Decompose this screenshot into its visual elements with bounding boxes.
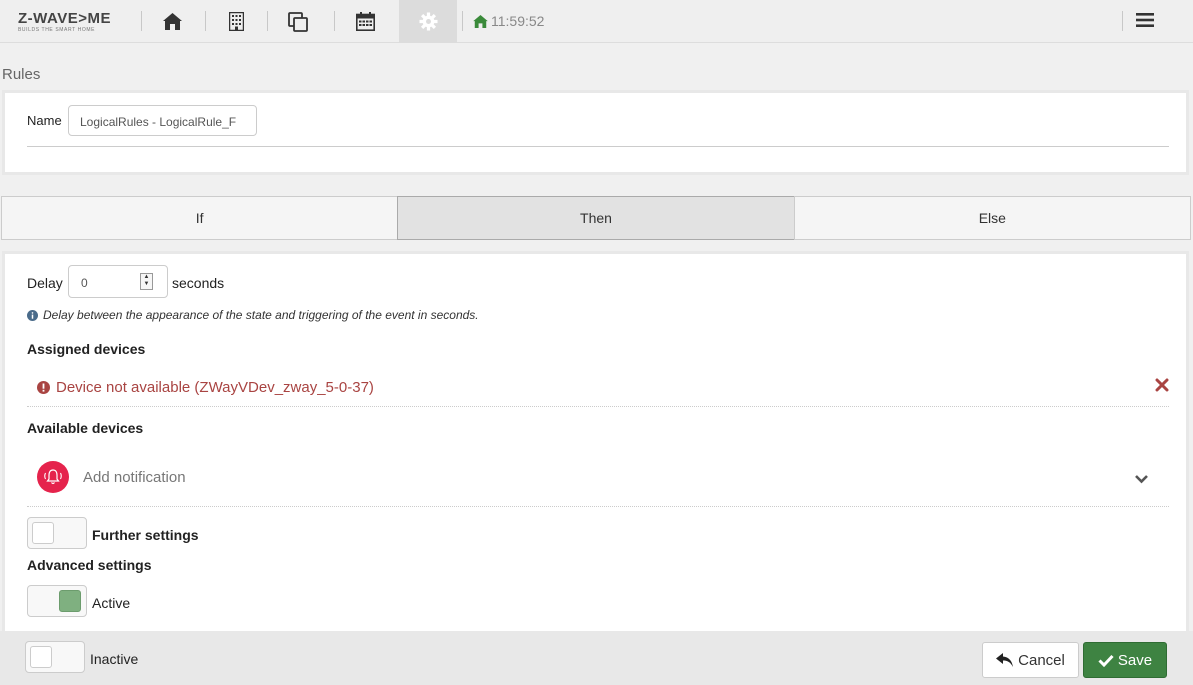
rooms-button[interactable] (206, 0, 266, 43)
save-label: Save (1117, 651, 1153, 669)
tab-else[interactable]: Else (793, 196, 1191, 240)
delay-hint-text: Delay between the appearance of the stat… (43, 308, 479, 322)
tab-then[interactable]: Then (397, 196, 795, 240)
toggle-knob (32, 522, 54, 544)
add-notification-label: Add notification (83, 469, 186, 486)
home-icon (162, 13, 182, 30)
active-label: Active (92, 595, 131, 611)
device-error-text: Device not available (ZWayVDev_zway_5-0-… (56, 379, 374, 396)
then-panel: Delay 0 ▲ ▼ seconds Delay between the app… (2, 251, 1189, 631)
remove-device-button[interactable] (1155, 378, 1169, 397)
check-icon (1098, 654, 1114, 667)
toggle-knob (59, 590, 81, 612)
add-notification-row[interactable]: Add notification (27, 449, 1169, 507)
reply-icon (996, 652, 1014, 667)
advanced-settings-heading: Advanced settings (27, 557, 152, 573)
page-title: Rules (2, 66, 41, 83)
logo-text: Z-WAVE>ME (18, 10, 111, 27)
footer-bar: Inactive Cancel Save (0, 631, 1193, 685)
menu-button[interactable] (1136, 11, 1154, 34)
nav-separator (1122, 11, 1123, 31)
delay-label: Delay (27, 275, 63, 291)
name-label: Name (27, 113, 62, 128)
home-button[interactable] (142, 0, 202, 43)
exclamation-circle-icon (37, 381, 50, 394)
cancel-button[interactable]: Cancel (982, 642, 1079, 678)
nav-separator (462, 11, 463, 31)
logo-tagline: BUILDS THE SMART HOME (18, 27, 96, 33)
cancel-label: Cancel (1018, 651, 1065, 669)
calendar-icon (355, 12, 375, 31)
gear-icon (418, 12, 438, 31)
chevron-down-icon (1135, 475, 1148, 484)
expand-button[interactable] (1134, 471, 1149, 489)
delay-value: 0 (81, 276, 88, 290)
bell-icon (44, 469, 62, 485)
active-toggle[interactable] (27, 585, 87, 617)
notification-avatar (37, 461, 69, 493)
rule-tabs: If Then Else (1, 196, 1191, 240)
save-button[interactable]: Save (1083, 642, 1167, 678)
copy-icon (288, 11, 308, 32)
delay-hint: Delay between the appearance of the stat… (27, 308, 479, 322)
assigned-device-row: Device not available (ZWayVDev_zway_5-0-… (27, 369, 1169, 407)
top-navbar: Z-WAVE>ME BUILDS THE SMART HOME 11:59:52 (0, 0, 1193, 43)
logo[interactable]: Z-WAVE>ME BUILDS THE SMART HOME (18, 11, 111, 33)
device-error: Device not available (ZWayVDev_zway_5-0-… (37, 379, 374, 396)
inactive-label: Inactive (90, 651, 139, 667)
clock: 11:59:52 (473, 13, 544, 29)
building-icon (228, 12, 244, 31)
tab-if[interactable]: If (1, 196, 399, 240)
home-icon (473, 14, 488, 28)
further-settings-label: Further settings (92, 527, 199, 543)
menu-icon (1136, 13, 1154, 27)
delay-input[interactable]: 0 ▲ ▼ (68, 265, 168, 298)
divider (27, 146, 1169, 147)
settings-button[interactable] (399, 0, 457, 43)
assigned-devices-heading: Assigned devices (27, 341, 146, 357)
available-devices-heading: Available devices (27, 420, 144, 436)
delay-unit: seconds (172, 275, 225, 291)
events-button[interactable] (335, 0, 395, 43)
further-settings-toggle[interactable] (27, 517, 87, 549)
close-icon (1155, 378, 1169, 392)
name-input[interactable]: LogicalRules - LogicalRule_F (68, 105, 257, 136)
name-panel: Name LogicalRules - LogicalRule_F (2, 90, 1189, 175)
delay-spinner[interactable]: ▲ ▼ (140, 273, 153, 290)
clock-time: 11:59:52 (491, 13, 545, 29)
inactive-toggle[interactable] (25, 641, 85, 673)
toggle-knob (30, 646, 52, 668)
elements-button[interactable] (268, 0, 328, 43)
info-icon (27, 309, 38, 321)
